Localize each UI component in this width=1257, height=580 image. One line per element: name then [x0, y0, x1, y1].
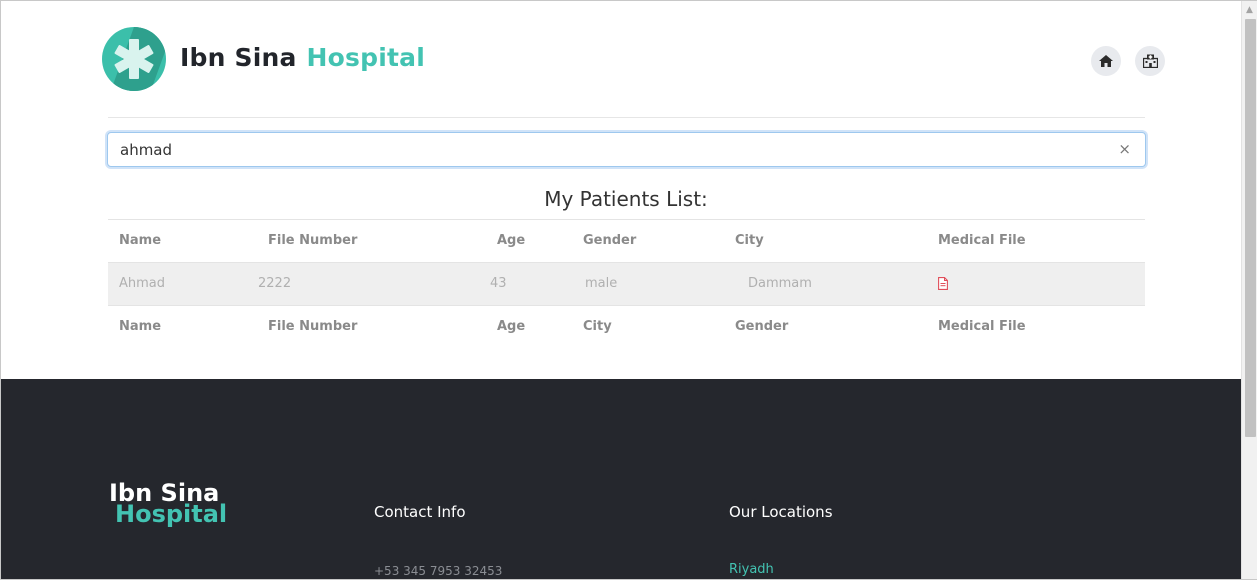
brand-primary: Ibn Sina [180, 43, 297, 72]
column-footer: Name [119, 319, 162, 334]
column-footer: Age [497, 319, 526, 334]
footer-logo-line2: Hospital [115, 500, 228, 528]
column-header[interactable]: Name [119, 233, 161, 248]
footer-logo[interactable]: Ibn Sina Hospital [109, 481, 228, 528]
hospital-logo-icon[interactable] [102, 27, 166, 91]
contact-info-heading: Contact Info [374, 503, 466, 521]
search-input[interactable] [120, 138, 1080, 162]
patients-list-title: My Patients List: [544, 187, 708, 211]
column-footer: File Number [268, 319, 358, 334]
column-header[interactable]: Medical File [938, 233, 1026, 248]
location-link-riyadh[interactable]: Riyadh [729, 562, 774, 577]
column-header[interactable]: City [735, 233, 764, 248]
brand-accent: Hospital [306, 43, 425, 72]
hospital-icon[interactable] [1135, 46, 1165, 76]
column-header[interactable]: File Number [268, 233, 357, 248]
clear-search-icon[interactable]: × [1118, 140, 1131, 158]
column-footer: City [583, 319, 612, 334]
patients-table: Name File Number Age Gender City Medical… [108, 219, 1145, 348]
contact-phone[interactable]: +53 345 7953 32453 [374, 564, 502, 578]
home-icon[interactable] [1091, 46, 1121, 76]
column-header[interactable]: Gender [583, 233, 636, 248]
brand-title[interactable]: Ibn Sina Hospital [180, 43, 425, 72]
browser-viewport: Ibn Sina Hospital × My Patients List: [0, 0, 1257, 580]
patient-file-number: 2222 [258, 276, 292, 291]
page-header: Ibn Sina Hospital × My Patients List: [1, 1, 1241, 379]
column-footer: Medical File [938, 319, 1026, 334]
column-footer: Gender [735, 319, 789, 334]
patient-age: 43 [490, 276, 507, 291]
page-footer: Ibn Sina Hospital Contact Info +53 345 7… [1, 379, 1241, 579]
table-header-row: Name File Number Age Gender City Medical… [108, 219, 1145, 262]
scroll-up-arrow-icon[interactable]: ▲ [1246, 5, 1253, 15]
patient-gender: male [585, 276, 618, 291]
patient-city: Dammam [748, 276, 812, 291]
vertical-scrollbar[interactable]: ▲ [1241, 1, 1257, 579]
table-footer-row: Name File Number Age City Gender Medical… [108, 305, 1145, 348]
column-header[interactable]: Age [497, 233, 525, 248]
locations-heading: Our Locations [729, 503, 833, 521]
pdf-file-icon[interactable] [938, 277, 948, 294]
patient-search-box[interactable]: × [107, 132, 1146, 167]
patient-name: Ahmad [119, 276, 166, 291]
scrollbar-thumb[interactable] [1245, 19, 1256, 437]
table-row[interactable]: Ahmad 2222 43 male Dammam [108, 262, 1145, 305]
header-divider [108, 117, 1145, 118]
